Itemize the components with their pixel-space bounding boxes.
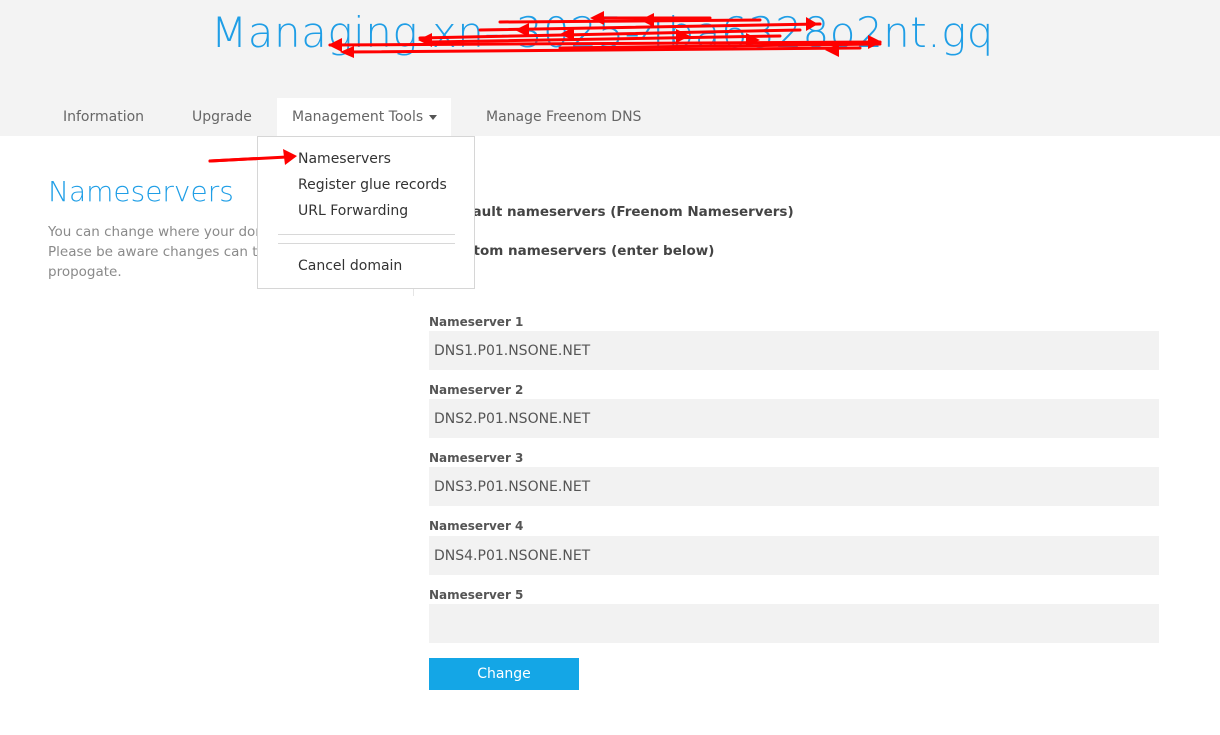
menu-item-nameservers[interactable]: Nameservers	[298, 151, 391, 167]
nameserver-4-label: Nameserver 4	[429, 519, 524, 533]
nameserver-1-label: Nameserver 1	[429, 315, 524, 329]
description-line: You can change where your domain points …	[48, 224, 263, 240]
menu-divider	[278, 234, 455, 235]
tab-manage-freenom-dns[interactable]: Manage Freenom DNS	[471, 98, 656, 136]
annotation-arrow-icon	[208, 149, 297, 165]
nameserver-1-input[interactable]	[429, 331, 1159, 370]
tab-management-tools[interactable]: Management Tools	[277, 98, 451, 136]
nameserver-5-input[interactable]	[429, 604, 1159, 643]
menu-item-cancel-domain[interactable]: Cancel domain	[298, 258, 402, 274]
caret-down-icon	[429, 115, 437, 120]
tab-management-tools-label: Management Tools	[292, 109, 424, 125]
nameserver-4-input[interactable]	[429, 536, 1159, 575]
header-bar: Managing xn--3025-4ba6328o2nt.gq Informa…	[0, 0, 1220, 136]
menu-item-url-forwarding[interactable]: URL Forwarding	[298, 203, 408, 219]
change-nameservers-button[interactable]: Change Nameservers	[429, 658, 579, 714]
nameserver-2-input[interactable]	[429, 399, 1159, 438]
description-line: propogate.	[48, 264, 122, 280]
section-title: Nameservers	[48, 175, 234, 208]
nameserver-3-label: Nameserver 3	[429, 451, 524, 465]
menu-divider	[278, 243, 455, 244]
tab-upgrade[interactable]: Upgrade	[177, 98, 277, 136]
section-description: You can change where your domain points …	[48, 222, 263, 282]
nameserver-2-label: Nameserver 2	[429, 383, 524, 397]
nameserver-5-label: Nameserver 5	[429, 588, 524, 602]
menu-item-register-glue-records[interactable]: Register glue records	[298, 177, 447, 193]
description-line: Please be aware changes can take up to 2…	[48, 244, 263, 260]
tab-information[interactable]: Information	[48, 98, 177, 136]
nameserver-3-input[interactable]	[429, 467, 1159, 506]
page-title: Managing xn--3025-4ba6328o2nt.gq	[211, 8, 994, 57]
tab-bar: Information Upgrade Management Tools Man…	[48, 98, 656, 136]
